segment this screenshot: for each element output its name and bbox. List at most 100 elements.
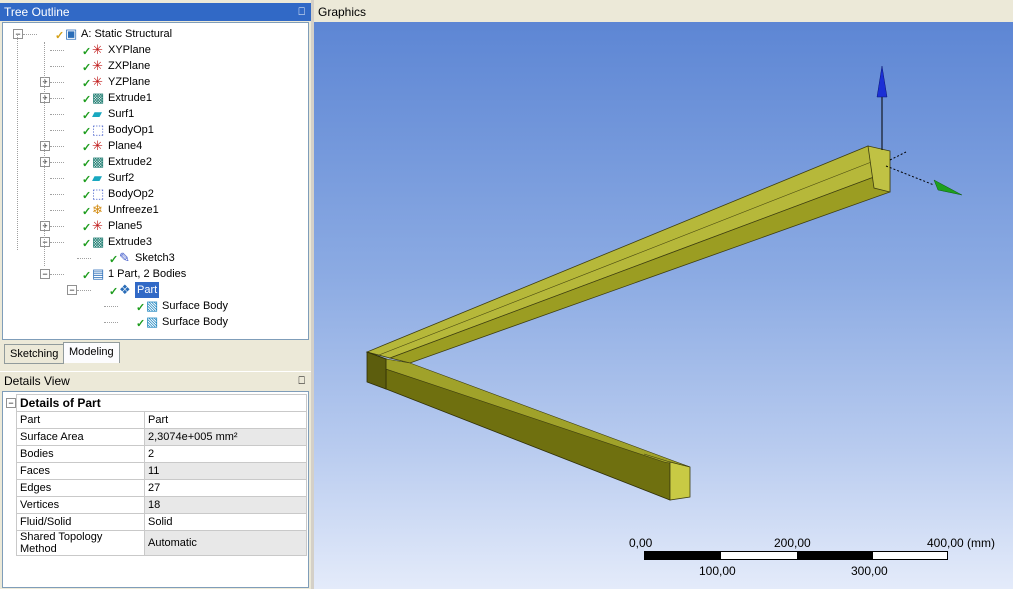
tree-item[interactable]: + ✓ ✳ YZPlane [3,74,303,90]
tree-item[interactable]: ✓ ✎ Sketch3 [3,250,303,266]
expand-icon[interactable]: + [40,141,50,151]
details-view: − Details of Part Part Part Surface Area 2,… [2,391,309,588]
body-operation-icon: ⬚ [92,186,105,201]
tree-item-label[interactable]: Sketch3 [135,250,175,266]
expand-icon[interactable]: + [40,157,50,167]
details-row[interactable]: Vertices 18 [16,496,307,514]
details-value[interactable]: 2 [144,445,307,463]
details-value[interactable]: 27 [144,479,307,497]
beam-long-top-face [365,145,891,359]
model-view[interactable] [314,22,1013,589]
tree-connector [50,274,64,275]
tree-item[interactable]: ✓ ✳ XYPlane [3,42,303,58]
tree-item[interactable]: + ✓ ▩ Extrude2 [3,154,303,170]
details-value[interactable]: Part [144,411,307,429]
pin-icon[interactable]: ⎕ [298,3,305,21]
extrude-icon: ▩ [92,154,105,169]
tree-connector [17,34,18,250]
tree-item[interactable]: − ✓ ▩ Extrude3 [3,234,303,250]
collapse-icon[interactable]: − [40,269,50,279]
tree-item-label[interactable]: Extrude2 [108,154,152,170]
details-key: Part [16,411,145,429]
details-key: Vertices [16,496,145,514]
plane-axes-icon: ✳ [92,74,103,89]
tab-modeling[interactable]: Modeling [63,342,120,363]
tree-item[interactable]: ✓ ⬚ BodyOp2 [3,186,303,202]
status-check-icon: ✓ [136,318,146,330]
tree-item-label[interactable]: YZPlane [108,74,150,90]
details-row[interactable]: Faces 11 [16,462,307,480]
tree-item[interactable]: ✓ ▧ Surface Body [3,314,303,330]
tree-item[interactable]: ✓ ▰ Surf1 [3,106,303,122]
collapse-icon[interactable]: − [6,398,16,408]
tree-item-label[interactable]: BodyOp1 [108,122,154,138]
tree-item-label[interactable]: Plane4 [108,138,142,154]
tree-item-label[interactable]: XYPlane [108,42,151,58]
details-row[interactable]: Fluid/Solid Solid [16,513,307,531]
tree-connector [50,82,64,83]
scale-bar-track [644,551,948,560]
details-section-title: Details of Part [16,394,307,412]
details-value[interactable]: Solid [144,513,307,531]
details-value[interactable]: 18 [144,496,307,514]
tree-item-label[interactable]: ZXPlane [108,58,150,74]
tree-item[interactable]: − ✓ ▤ 1 Part, 2 Bodies [3,266,303,282]
tree-item-label[interactable]: Surface Body [162,314,228,330]
details-value[interactable]: 11 [144,462,307,480]
details-value[interactable]: Automatic [144,530,307,556]
tree-item[interactable]: ✓ ✳ ZXPlane [3,58,303,74]
tree-connector [23,34,37,35]
tree-item-label[interactable]: Extrude3 [108,234,152,250]
details-row[interactable]: Bodies 2 [16,445,307,463]
tree-item-label[interactable]: Part [135,282,160,298]
details-view-title-text: Details View [4,374,70,388]
beam-short-end-face [669,461,691,501]
details-key: Faces [16,462,145,480]
tree-item[interactable]: + ✓ ▩ Extrude1 [3,90,303,106]
tree-connector [77,290,91,291]
tree-item-label[interactable]: BodyOp2 [108,186,154,202]
details-value[interactable]: 2,3074e+005 mm² [144,428,307,446]
expand-icon[interactable]: + [40,221,50,231]
tree-item-label[interactable]: Surf1 [108,106,134,122]
tree-item[interactable]: + ✓ ✳ Plane5 [3,218,303,234]
collapse-icon[interactable]: − [67,285,77,295]
expand-icon[interactable]: + [40,77,50,87]
details-row[interactable]: Part Part [16,411,307,429]
tree-item[interactable]: ✓ ⬚ BodyOp1 [3,122,303,138]
tree-connector [50,242,64,243]
tree-item[interactable]: ✓ ❄ Unfreeze1 [3,202,303,218]
tree-item-label[interactable]: Surf2 [108,170,134,186]
pin-icon[interactable]: ⎕ [298,372,305,390]
beam-long[interactable] [365,145,891,364]
tree-item-label[interactable]: Plane5 [108,218,142,234]
tree-item-label[interactable]: 1 Part, 2 Bodies [108,266,186,282]
tree-connector [50,178,64,179]
details-row[interactable]: Shared Topology Method Automatic [16,530,307,556]
graphics-viewport[interactable]: 0,00 200,00 400,00 (mm) 100,00 300,00 [314,22,1013,589]
tree-connector [50,130,64,131]
tree-item-label[interactable]: Unfreeze1 [108,202,159,218]
details-key: Surface Area [16,428,145,446]
tree-item-label[interactable]: Surface Body [162,298,228,314]
details-row[interactable]: Surface Area 2,3074e+005 mm² [16,428,307,446]
tree-item[interactable]: ✓ ▧ Surface Body [3,298,303,314]
parts-bodies-icon: ▤ [92,266,105,281]
tree-item[interactable]: − ✓ ❖ Part [3,282,303,298]
collapse-icon[interactable]: − [40,237,50,247]
tree-connector [77,258,91,259]
beam-short[interactable] [366,351,691,501]
expand-icon[interactable]: + [40,93,50,103]
tree-connector [104,322,118,323]
collapse-icon[interactable]: − [13,29,23,39]
tree-item[interactable]: ✓ ▰ Surf2 [3,170,303,186]
part-icon: ❖ [119,282,131,297]
tree-item[interactable]: + ✓ ✳ Plane4 [3,138,303,154]
tab-sketching[interactable]: Sketching [4,344,65,364]
beam-short-front-face [385,368,671,501]
details-row[interactable]: Edges 27 [16,479,307,497]
tree-item-label[interactable]: A: Static Structural [81,26,172,42]
tree-item[interactable]: − ✓ ▣ A: Static Structural [3,26,303,42]
tree-item-label[interactable]: Extrude1 [108,90,152,106]
tree-connector [50,162,64,163]
